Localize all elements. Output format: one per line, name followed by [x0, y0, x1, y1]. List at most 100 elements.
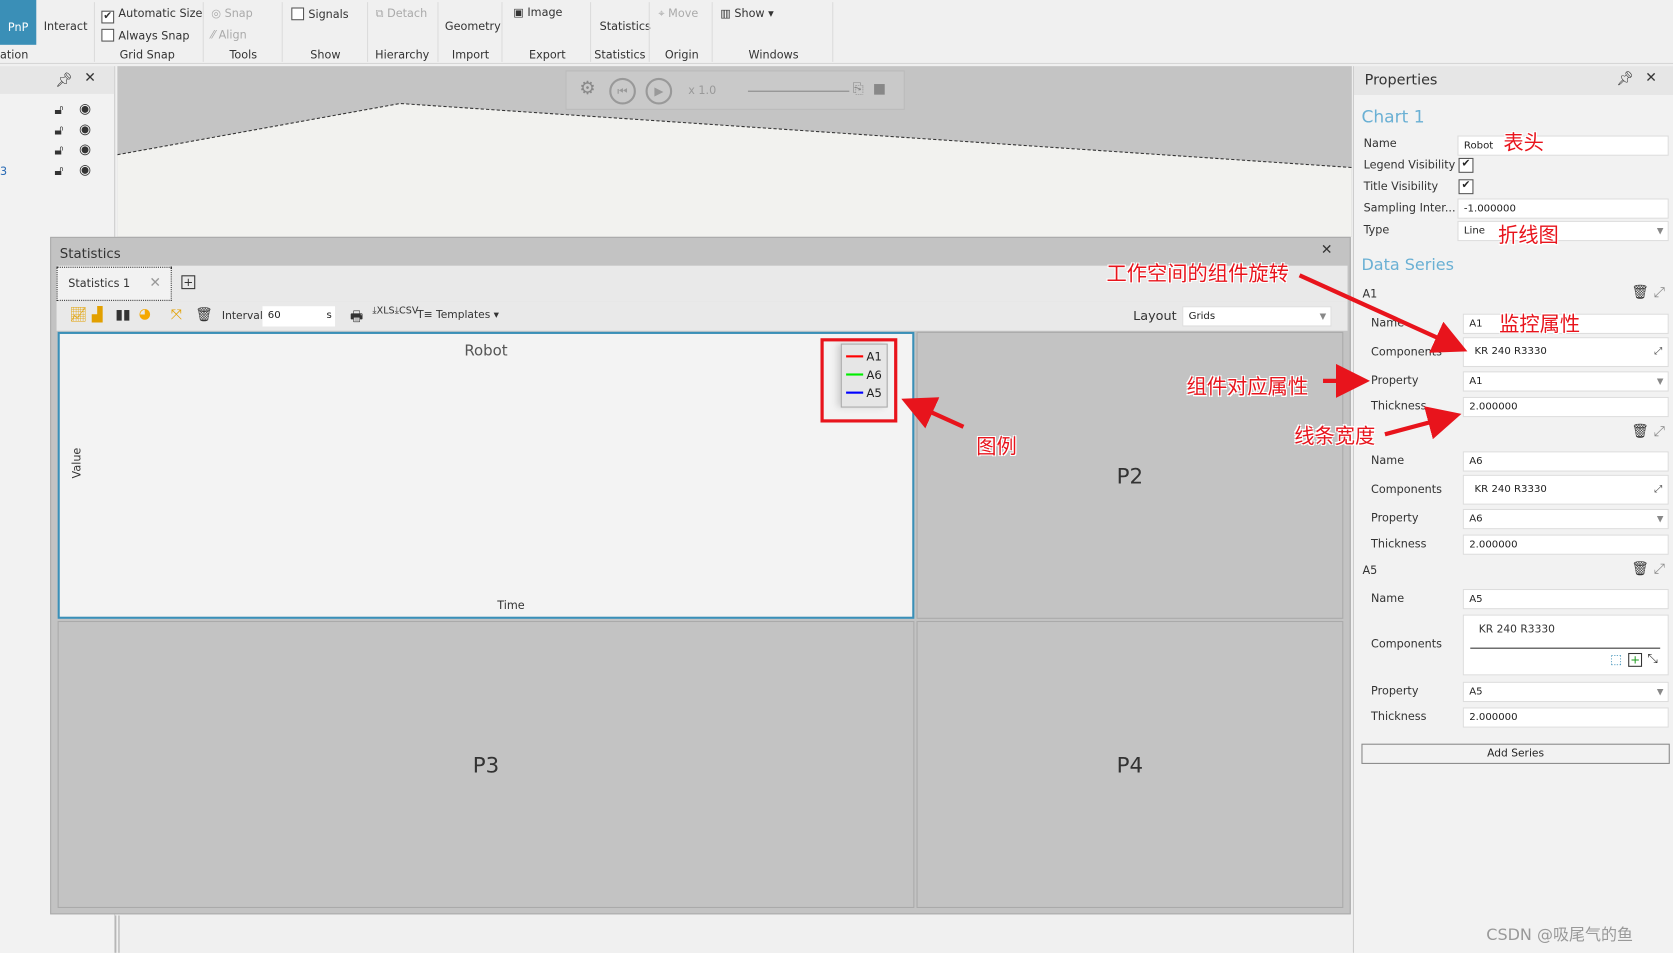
thickness-input[interactable]: 2.000000: [1462, 707, 1669, 728]
close-tab-icon[interactable]: ✕: [149, 275, 161, 291]
rewind-button[interactable]: ⏮: [609, 77, 636, 105]
pin-icon[interactable]: 📌︎: [55, 73, 73, 89]
property-select[interactable]: A1: [1462, 371, 1669, 392]
automatic-size-checkbox[interactable]: ✔ Automatic Size: [101, 7, 202, 24]
interval-input[interactable]: 60 s: [262, 306, 336, 327]
lock-icon[interactable]: 🔓︎: [54, 123, 63, 139]
tree-item[interactable]: 3: [0, 165, 7, 178]
watermark: CSDN @吸尾气的鱼: [1486, 925, 1634, 945]
signals-checkbox[interactable]: Signals: [291, 7, 349, 21]
x-axis-label: Time: [497, 599, 525, 613]
group-label: Grid Snap: [119, 49, 175, 62]
always-snap-label: Always Snap: [118, 29, 190, 43]
export-csv-icon[interactable]: ⤓CSV: [395, 306, 419, 317]
close-icon[interactable]: ✕: [84, 70, 96, 86]
property-label: Property: [1371, 512, 1419, 525]
statistics-button[interactable]: Statistics: [600, 20, 651, 33]
trash-icon[interactable]: 🗑︎: [1631, 424, 1649, 440]
pnp-button[interactable]: PnP: [0, 0, 37, 45]
title-visibility-checkbox[interactable]: ✔: [1458, 179, 1474, 195]
trash-icon[interactable]: 🗑︎: [1631, 285, 1649, 301]
bar-chart-icon[interactable]: ▮▮: [115, 307, 130, 323]
name-label: Name: [1363, 137, 1397, 151]
templates-button[interactable]: T≡ Templates ▾: [417, 309, 499, 321]
legend-visibility-checkbox[interactable]: ✔: [1458, 157, 1474, 173]
sampling-input[interactable]: -1.000000: [1457, 198, 1669, 219]
expand-icon[interactable]: ⤢: [1654, 561, 1665, 577]
property-select[interactable]: A5: [1462, 681, 1669, 703]
chart-name-input[interactable]: Robot: [1457, 135, 1669, 156]
components-label: Components: [1371, 345, 1442, 359]
pick-component-icon[interactable]: ⬚: [1610, 652, 1622, 667]
components-field-expanded[interactable]: KR 240 R3330 ⬚ + ⤡: [1462, 614, 1669, 676]
area-chart-icon[interactable]: ▟: [92, 307, 103, 323]
eye-icon[interactable]: ◉: [79, 162, 91, 178]
fit-icon[interactable]: ⤧: [171, 307, 182, 323]
geometry-button[interactable]: Geometry: [445, 20, 501, 33]
snap-button[interactable]: ◎ Snap: [211, 7, 253, 20]
3d-viewport[interactable]: ⚙ ⏮ ▶ x 1.0 ⎘ ■: [117, 66, 1352, 237]
thickness-input[interactable]: 2.000000: [1462, 534, 1669, 555]
add-series-button[interactable]: Add Series: [1361, 743, 1670, 764]
components-field[interactable]: KR 240 R3330 ⤢: [1462, 474, 1669, 505]
image-button[interactable]: ▣ Image: [513, 6, 562, 19]
tab-statistics-1[interactable]: Statistics 1 ✕: [56, 266, 172, 301]
add-tab-button[interactable]: +: [181, 275, 196, 290]
thickness-label: Thickness: [1371, 537, 1427, 551]
eye-icon[interactable]: ◉: [79, 142, 91, 158]
always-snap-checkbox[interactable]: Always Snap: [101, 28, 190, 43]
align-button[interactable]: ⁄⁄ Align: [211, 29, 246, 42]
lock-icon[interactable]: 🔓︎: [54, 163, 63, 179]
print-icon[interactable]: 🖶: [350, 307, 363, 330]
eye-icon[interactable]: ◉: [79, 122, 91, 138]
components-field[interactable]: KR 240 R3330 ⤢: [1462, 337, 1669, 368]
trash-icon[interactable]: 🗑︎: [195, 307, 213, 323]
interact-button[interactable]: Interact: [44, 20, 88, 33]
y-axis-label: Value: [70, 447, 84, 479]
thickness-input[interactable]: 2.000000: [1462, 396, 1669, 418]
property-select[interactable]: A6: [1462, 508, 1669, 530]
series-name-input[interactable]: A5: [1462, 588, 1669, 610]
move-button[interactable]: ⌖ Move: [658, 7, 698, 21]
annotation-header: 表头: [1503, 131, 1544, 155]
export-xls-icon[interactable]: ⤓XLS: [372, 306, 394, 317]
group-label: Hierarchy: [375, 49, 430, 62]
pdf-icon[interactable]: ⎘: [853, 81, 864, 97]
lock-icon[interactable]: 🔓︎: [54, 143, 63, 159]
group-label: Windows: [748, 49, 799, 62]
chart-panel-p3[interactable]: P3: [57, 620, 915, 908]
camera-icon[interactable]: ■: [873, 81, 886, 97]
chart-panel-p4[interactable]: P4: [916, 620, 1344, 908]
components-label: Components: [1371, 483, 1442, 497]
series-header: A5: [1362, 564, 1378, 578]
add-component-icon[interactable]: +: [1628, 652, 1643, 667]
settings-icon[interactable]: ⚙: [579, 78, 595, 99]
expand-icon[interactable]: ⤢: [1654, 285, 1665, 301]
play-button[interactable]: ▶: [645, 77, 673, 105]
speed-slider[interactable]: [747, 90, 850, 92]
property-label: Property: [1371, 374, 1419, 388]
eye-icon[interactable]: ◉: [79, 101, 91, 117]
group-label: Show: [310, 49, 341, 62]
name-label: Name: [1371, 454, 1405, 468]
annotation-monitor-property: 监控属性: [1499, 312, 1581, 337]
lock-icon[interactable]: 🔓︎: [54, 102, 63, 118]
annotation-line-chart: 折线图: [1498, 224, 1559, 248]
collapse-icon[interactable]: ⤡: [1647, 651, 1657, 667]
series-name-input[interactable]: A6: [1462, 451, 1669, 472]
detach-button[interactable]: ⧉ Detach: [376, 7, 428, 21]
type-select[interactable]: Line: [1457, 220, 1669, 242]
chart-panel[interactable]: Robot Value Time A1 A6 A5: [57, 331, 915, 619]
close-icon[interactable]: ✕: [1645, 70, 1657, 86]
trash-icon[interactable]: 🗑︎: [1631, 561, 1649, 577]
annotation-line-width: 线条宽度: [1294, 424, 1376, 449]
close-icon[interactable]: ✕: [1321, 242, 1333, 258]
pie-chart-icon[interactable]: ◕: [139, 306, 151, 322]
layout-select[interactable]: Grids: [1182, 306, 1332, 327]
statistics-window: Statistics ✕ Statistics 1 ✕ + 📈︎ ▟ ▮▮ ◕ …: [50, 236, 1351, 915]
show-windows-button[interactable]: ▥ Show ▾: [720, 7, 774, 20]
data-series-heading: Data Series: [1361, 255, 1454, 275]
pin-icon[interactable]: 📌︎: [1616, 71, 1634, 87]
line-chart-icon[interactable]: 📈︎: [69, 307, 87, 323]
expand-icon[interactable]: ⤢: [1654, 424, 1665, 440]
